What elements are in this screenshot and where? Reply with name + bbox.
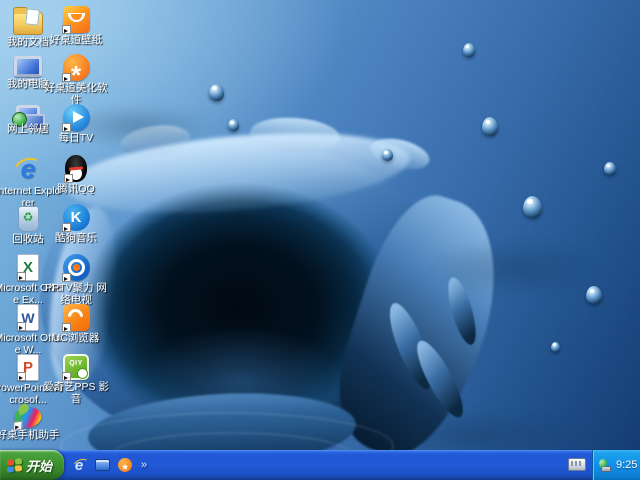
windows-flag-icon <box>7 457 22 472</box>
shortcut-badge <box>62 223 71 232</box>
system-tray: 9:25 <box>592 450 640 480</box>
qq-penguin-icon <box>65 155 87 182</box>
shortcut-badge <box>62 73 71 82</box>
orange-starburst-icon <box>63 54 90 81</box>
desktop-icon-label: 腾讯QQ <box>42 183 110 195</box>
quick-launch-haozhuodao[interactable] <box>116 456 134 474</box>
blue-play-icon <box>63 104 90 131</box>
desktop-icon-internet-explorer[interactable]: Internet Explorer <box>2 154 54 209</box>
computer-monitor-icon <box>14 56 42 77</box>
desktop-icon-network-places[interactable]: 网上邻居 <box>2 104 54 135</box>
phone-assistant-icon <box>14 405 42 429</box>
powerpoint-p-icon <box>17 354 39 381</box>
desktop-icon-kugou-music[interactable]: 酷狗音乐 <box>50 204 102 244</box>
desktop-icon-ms-office-word[interactable]: Microsoft Office W... <box>2 304 54 356</box>
desktop-icon-label: 好桌手机助手 <box>0 429 62 441</box>
desktop-window-icon <box>95 459 110 471</box>
taskbar-clock[interactable]: 9:25 <box>616 459 637 471</box>
shortcut-badge <box>17 272 26 281</box>
pptv-ring-icon <box>63 254 90 281</box>
language-bar-keyboard-icon[interactable] <box>568 458 586 471</box>
shortcut-badge <box>64 174 73 183</box>
desktop-icon-pptv[interactable]: PPTV聚力 网络电视 <box>50 254 102 306</box>
desktop-icon-label: 酷狗音乐 <box>42 232 110 244</box>
start-button[interactable]: 开始 <box>0 450 64 480</box>
excel-x-icon <box>17 254 39 281</box>
desktop-icon-label: 每日TV <box>42 132 110 144</box>
shortcut-badge <box>62 323 71 332</box>
desktop-icon-haozhuodao-wallpaper[interactable]: 好桌道壁纸 <box>50 6 102 46</box>
desktop-icon-tencent-qq[interactable]: 腾讯QQ <box>50 154 102 195</box>
desktop-icon-uc-browser[interactable]: UC浏览器 <box>50 304 102 344</box>
taskbar[interactable]: 开始 » 9:25 <box>0 450 640 480</box>
safely-remove-hardware-icon[interactable] <box>599 459 612 472</box>
shortcut-badge <box>62 25 71 34</box>
network-computers-icon <box>16 105 40 122</box>
desktop-icon-haozhuo-phone-assistant[interactable]: 好桌手机助手 <box>2 402 54 441</box>
orange-wallpaper-icon <box>63 6 90 33</box>
desktop-icon-iqiyi-pps[interactable]: 爱奇艺PPS 影音 <box>50 354 102 405</box>
quick-launch-bar: » <box>70 450 147 480</box>
shortcut-badge <box>17 372 26 381</box>
shortcut-badge <box>62 273 71 282</box>
desktop-icon-label: 好桌道美化软件 <box>42 82 110 106</box>
desktop-icon-label: PPTV聚力 网络电视 <box>42 282 110 306</box>
screen: 我的文档好桌道壁纸我的电脑好桌道美化软件网上邻居每日TVInternet Exp… <box>0 0 640 480</box>
desktop-icon-haozhuodao-beautify[interactable]: 好桌道美化软件 <box>50 54 102 106</box>
desktop-icon-grid: 我的文档好桌道壁纸我的电脑好桌道美化软件网上邻居每日TVInternet Exp… <box>0 0 640 450</box>
shortcut-badge <box>17 322 26 331</box>
kugou-k-icon <box>63 204 90 231</box>
desktop-icon-label: 好桌道壁纸 <box>42 34 110 46</box>
desktop-icon-label: UC浏览器 <box>42 332 110 344</box>
orange-flower-icon <box>118 458 132 472</box>
folder-documents-icon <box>13 11 43 35</box>
start-button-label: 开始 <box>26 456 52 475</box>
shortcut-badge <box>62 372 71 381</box>
pps-green-icon <box>63 354 89 380</box>
quick-launch-internet-explorer[interactable] <box>70 456 88 474</box>
uc-squirrel-icon <box>63 304 90 331</box>
shortcut-badge <box>62 123 71 132</box>
ie-e-icon <box>75 457 83 474</box>
desktop-icon-meiri-tv[interactable]: 每日TV <box>50 104 102 144</box>
quick-launch-overflow-chevron[interactable]: » <box>141 459 147 471</box>
word-w-icon <box>17 304 39 331</box>
ie-e-icon <box>13 154 43 184</box>
recycle-bin-icon <box>18 206 39 232</box>
quick-launch-show-desktop[interactable] <box>93 456 111 474</box>
